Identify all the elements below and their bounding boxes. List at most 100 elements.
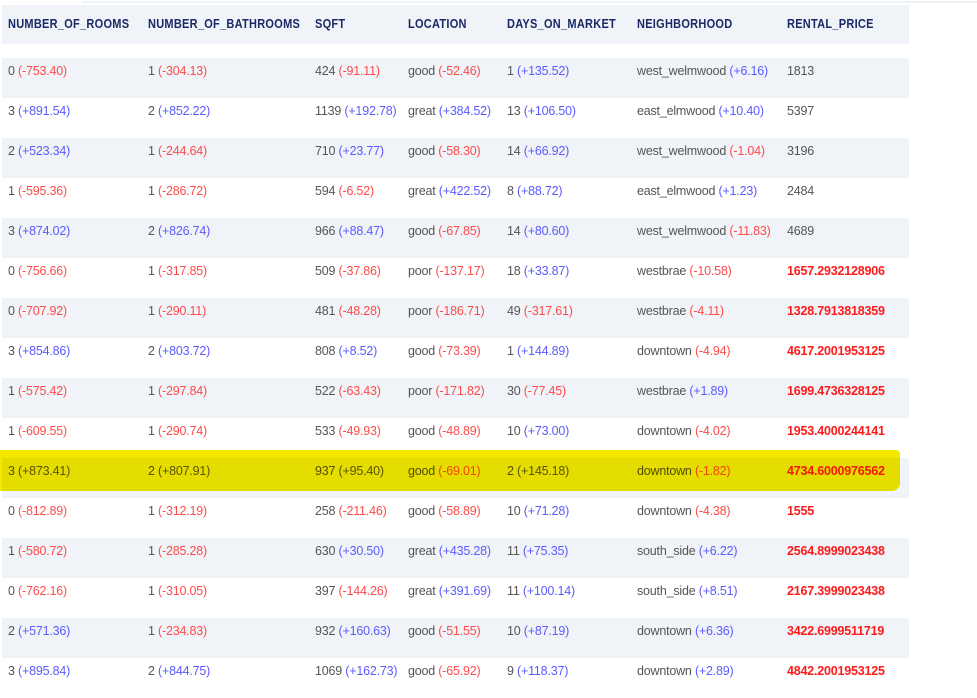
cell-value: 9 [507, 664, 514, 678]
cell-value: 1 [148, 424, 155, 438]
cell-location: great (+384.52) [408, 104, 491, 118]
cell-rental-price: 1813 [787, 64, 815, 78]
cell-contribution: (+8.52) [338, 344, 378, 358]
cell-contribution: (-171.82) [435, 384, 485, 398]
cell-value: downtown [637, 464, 692, 478]
table-row[interactable]: 0 (-812.89) 1 (-312.19) 258 (-211.46) good … [2, 498, 909, 538]
column-header-neighborhood[interactable]: NEIGHBORHOOD [637, 17, 732, 31]
cell-neighborhood: downtown (-1.82) [637, 464, 731, 478]
cell-contribution: (+2.89) [694, 664, 734, 678]
cell-value: 1 [148, 624, 155, 638]
cell-bathrooms: 1 (-310.05) [148, 584, 207, 598]
table-row[interactable]: 0 (-762.16) 1 (-310.05) 397 (-144.26) great… [2, 578, 909, 618]
cell-contribution: (-317.85) [158, 264, 207, 278]
cell-contribution: (+100.14) [522, 584, 575, 598]
cell-rental-price: 2484 [787, 184, 815, 198]
cell-location: good (-51.55) [408, 624, 481, 638]
cell-location: poor (-186.71) [408, 304, 485, 318]
cell-rooms: 3 (+873.41) [8, 464, 70, 478]
cell-contribution: (+391.69) [438, 584, 491, 598]
cell-contribution: (-756.66) [18, 264, 67, 278]
cell-contribution: (-48.28) [338, 304, 381, 318]
cell-bathrooms: 2 (+826.74) [148, 224, 210, 238]
table-row[interactable]: 3 (+873.41) 2 (+807.91) 937 (+95.40) good (… [2, 458, 909, 498]
cell-value: good [408, 464, 436, 478]
cell-value: 1139 [315, 104, 342, 118]
cell-rental-price: 5397 [787, 104, 815, 118]
cell-contribution: (-4.94) [694, 344, 731, 358]
table-row[interactable]: 1 (-575.42) 1 (-297.84) 522 (-63.43) poor (… [2, 378, 909, 418]
column-header-rooms[interactable]: NUMBER_OF_ROOMS [8, 17, 129, 31]
table-row[interactable]: 1 (-595.36) 1 (-286.72) 594 (-6.52) great (… [2, 178, 909, 218]
table-row[interactable]: 2 (+571.36) 1 (-234.83) 932 (+160.63) good … [2, 618, 909, 658]
cell-sqft: 966 (+88.47) [315, 224, 384, 238]
cell-value: 30 [507, 384, 521, 398]
cell-contribution: (-186.71) [435, 304, 485, 318]
cell-contribution: (-65.92) [438, 664, 481, 678]
table-row[interactable]: 3 (+854.86) 2 (+803.72) 808 (+8.52) good (-… [2, 338, 909, 378]
cell-contribution: (+807.91) [158, 464, 211, 478]
cell-days-on-market: 2 (+145.18) [507, 464, 569, 478]
cell-contribution: (-297.84) [158, 384, 207, 398]
cell-location: great (+422.52) [408, 184, 491, 198]
cell-value: west_welmwood [637, 224, 727, 238]
cell-days-on-market: 11 (+75.35) [507, 544, 568, 558]
cell-rental-price: 1657.2932128906 [787, 264, 885, 278]
column-header-days-on-market[interactable]: DAYS_ON_MARKET [507, 17, 616, 31]
cell-value: 1 [148, 584, 155, 598]
table-row[interactable]: 3 (+874.02) 2 (+826.74) 966 (+88.47) good (… [2, 218, 909, 258]
cell-rooms: 1 (-609.55) [8, 424, 67, 438]
column-header-rental-price[interactable]: RENTAL_PRICE [787, 17, 874, 31]
cell-contribution: (+192.78) [344, 104, 397, 118]
cell-bathrooms: 1 (-297.84) [148, 384, 207, 398]
cell-contribution: (-234.83) [158, 624, 207, 638]
cell-value: south_side [637, 584, 696, 598]
cell-contribution: (+891.54) [18, 104, 71, 118]
cell-value: 10 [507, 624, 521, 638]
cell-contribution: (+33.87) [523, 264, 570, 278]
cell-contribution: (-1.82) [694, 464, 731, 478]
column-header-sqft[interactable]: SQFT [315, 17, 345, 31]
table-row[interactable]: 0 (-753.40) 1 (-304.13) 424 (-91.11) good (… [2, 58, 909, 98]
cell-contribution: (+23.77) [338, 144, 385, 158]
table-row[interactable]: 1 (-580.72) 1 (-285.28) 630 (+30.50) great … [2, 538, 909, 578]
table-row[interactable]: 0 (-707.92) 1 (-290.11) 481 (-48.28) poor (… [2, 298, 909, 338]
cell-value: good [408, 424, 436, 438]
cell-value: 3 [8, 664, 15, 678]
cell-bathrooms: 1 (-285.28) [148, 544, 207, 558]
table-row[interactable]: 0 (-756.66) 1 (-317.85) 509 (-37.86) poor (… [2, 258, 909, 298]
cell-location: great (+435.28) [408, 544, 491, 558]
cell-value: 1 [148, 184, 155, 198]
cell-days-on-market: 18 (+33.87) [507, 264, 569, 278]
cell-bathrooms: 1 (-244.64) [148, 144, 207, 158]
column-header-location[interactable]: LOCATION [408, 17, 467, 31]
cell-neighborhood: south_side (+6.22) [637, 544, 738, 558]
cell-bathrooms: 1 (-290.11) [148, 304, 206, 318]
cell-contribution: (-4.11) [689, 304, 724, 318]
table-header: NUMBER_OF_ROOMS NUMBER_OF_BATHROOMS SQFT LO… [2, 5, 909, 44]
cell-value: 397 [315, 584, 336, 598]
table-row[interactable]: 1 (-609.55) 1 (-290.74) 533 (-49.93) good (… [2, 418, 909, 458]
cell-value: 509 [315, 264, 336, 278]
cell-contribution: (-304.13) [158, 64, 207, 78]
cell-value: 1 [507, 64, 514, 78]
table-row[interactable]: 3 (+891.54) 2 (+852.22) 1139 (+192.78) grea… [2, 98, 909, 138]
cell-sqft: 932 (+160.63) [315, 624, 391, 638]
cell-neighborhood: west_welmwood (-1.04) [637, 144, 765, 158]
cell-neighborhood: east_elmwood (+1.23) [637, 184, 757, 198]
cell-contribution: (+571.36) [18, 624, 71, 638]
cell-sqft: 630 (+30.50) [315, 544, 384, 558]
cell-location: poor (-137.17) [408, 264, 485, 278]
cell-contribution: (-58.30) [438, 144, 481, 158]
cell-value: good [408, 664, 436, 678]
table-row[interactable]: 2 (+523.34) 1 (-244.64) 710 (+23.77) good (… [2, 138, 909, 178]
cell-value: 11 [507, 584, 520, 598]
table-row[interactable]: 3 (+895.84) 2 (+844.75) 1069 (+162.73) good… [2, 658, 909, 698]
column-header-bathrooms[interactable]: NUMBER_OF_BATHROOMS [148, 17, 300, 31]
cell-contribution: (-762.16) [18, 584, 67, 598]
cell-contribution: (-580.72) [18, 544, 67, 558]
top-divider [82, 1, 977, 3]
cell-sqft: 594 (-6.52) [315, 184, 374, 198]
cell-days-on-market: 14 (+80.60) [507, 224, 569, 238]
cell-sqft: 397 (-144.26) [315, 584, 388, 598]
